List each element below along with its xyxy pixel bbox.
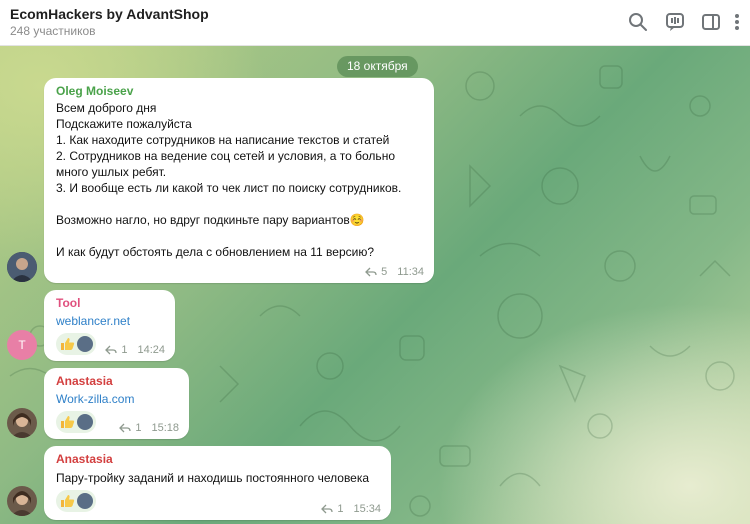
- message-meta: 5 11:34: [365, 266, 424, 278]
- thumbs-up-icon: [61, 495, 75, 507]
- message-meta: 1 15:18: [119, 422, 179, 434]
- message-text: Всем доброго дня Подскажите пожалуйста 1…: [56, 101, 402, 259]
- message-link[interactable]: weblancer.net: [56, 313, 130, 329]
- reaction-thumbs-up[interactable]: [56, 490, 96, 512]
- reactions[interactable]: [56, 411, 96, 433]
- thumbs-up-icon: [61, 338, 75, 350]
- message-meta: 1 15:34: [321, 503, 381, 515]
- sender-name[interactable]: Anastasia: [56, 452, 113, 466]
- reactor-avatar: [77, 336, 93, 352]
- message-time: 11:34: [397, 266, 424, 278]
- thumbs-up-icon: [61, 416, 75, 428]
- reply-count[interactable]: 1: [135, 422, 141, 434]
- avatar-anastasia[interactable]: [7, 486, 37, 516]
- chat-background: 18 октября Oleg Moiseev Всем доброго дня…: [0, 46, 750, 524]
- more-vertical-icon[interactable]: [731, 11, 743, 33]
- reaction-thumbs-up[interactable]: [56, 333, 96, 355]
- reply-count[interactable]: 1: [121, 344, 127, 356]
- sidebar-toggle-icon[interactable]: [700, 11, 722, 33]
- chat-header: EcomHackers by AdvantShop 248 участников: [0, 0, 750, 46]
- avatar-anastasia[interactable]: [7, 408, 37, 438]
- date-separator: 18 октября: [337, 56, 418, 77]
- message-bubble[interactable]: Anastasia Пару-тройку заданий и находишь…: [44, 446, 391, 520]
- message-time: 15:18: [151, 422, 179, 434]
- avatar-tool[interactable]: T: [7, 330, 37, 360]
- reply-arrow-icon: [365, 267, 377, 277]
- message-bubble[interactable]: Tool weblancer.net 1 14:24: [44, 290, 175, 361]
- reply-arrow-icon: [119, 423, 131, 433]
- reactions[interactable]: [56, 490, 96, 512]
- reply-count[interactable]: 5: [381, 266, 387, 278]
- reaction-thumbs-up[interactable]: [56, 411, 96, 433]
- sender-name[interactable]: Oleg Moiseev: [56, 84, 133, 98]
- sender-name[interactable]: Tool: [56, 296, 80, 310]
- message-bubble[interactable]: Anastasia Work-zilla.com 1 15:18: [44, 368, 189, 439]
- message-time: 14:24: [137, 344, 165, 356]
- member-count: 248 участников: [10, 24, 96, 38]
- reactions[interactable]: [56, 333, 96, 355]
- avatar-oleg-moiseev[interactable]: [7, 252, 37, 282]
- message-time: 15:34: [353, 503, 381, 515]
- reactor-avatar: [77, 414, 93, 430]
- message-link[interactable]: Work-zilla.com: [56, 391, 134, 407]
- live-chat-icon[interactable]: [664, 11, 686, 33]
- reply-arrow-icon: [105, 345, 117, 355]
- search-icon[interactable]: [627, 11, 649, 33]
- reply-count[interactable]: 1: [337, 503, 343, 515]
- message-text: Пару-тройку заданий и находишь постоянно…: [56, 471, 370, 485]
- sender-name[interactable]: Anastasia: [56, 374, 113, 388]
- reactor-avatar: [77, 493, 93, 509]
- reply-arrow-icon: [321, 504, 333, 514]
- chat-title[interactable]: EcomHackers by AdvantShop: [10, 6, 209, 22]
- message-bubble[interactable]: Oleg Moiseev Всем доброго дня Подскажите…: [44, 78, 434, 283]
- message-meta: 1 14:24: [105, 344, 165, 356]
